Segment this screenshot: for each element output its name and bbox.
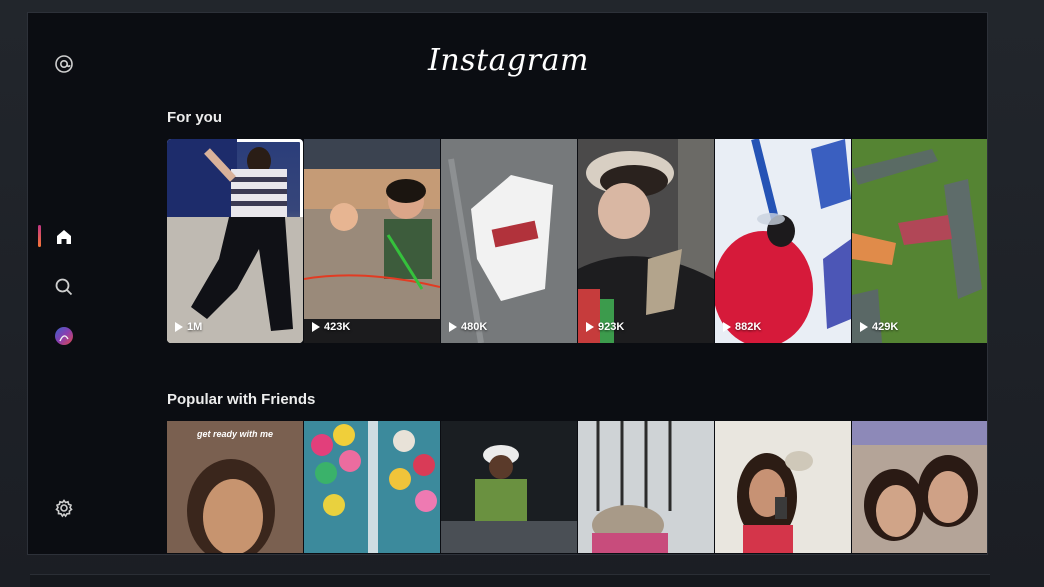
reel-tile[interactable]: 923K bbox=[578, 139, 714, 343]
popular-row: get ready with me bbox=[167, 421, 987, 553]
reel-tile[interactable]: 423K bbox=[304, 139, 440, 343]
settings-icon[interactable] bbox=[52, 496, 76, 520]
view-count: 1M bbox=[175, 321, 202, 333]
view-count: 423K bbox=[312, 321, 350, 333]
view-count: 923K bbox=[586, 321, 624, 333]
view-count-label: 480K bbox=[461, 321, 488, 333]
active-indicator bbox=[38, 225, 41, 247]
reel-tile[interactable]: 429K bbox=[852, 139, 987, 343]
view-count: 429K bbox=[860, 321, 898, 333]
tv-screen: Instagram For you 1M 423K 480K 923K 882K… bbox=[27, 12, 988, 555]
reel-tile[interactable] bbox=[578, 421, 714, 553]
tv-stand bbox=[30, 574, 990, 587]
section-title-for-you: For you bbox=[167, 109, 222, 126]
for-you-row: 1M 423K 480K 923K 882K 429K bbox=[167, 139, 987, 343]
view-count: 882K bbox=[723, 321, 761, 333]
reel-tile[interactable] bbox=[715, 421, 851, 553]
play-icon bbox=[449, 322, 457, 332]
view-count: 480K bbox=[449, 321, 487, 333]
section-title-popular-with-friends: Popular with Friends bbox=[167, 391, 316, 408]
instagram-logo: Instagram bbox=[428, 43, 589, 78]
play-icon bbox=[723, 322, 731, 332]
reel-tile[interactable] bbox=[441, 421, 577, 553]
play-icon bbox=[175, 322, 183, 332]
play-icon bbox=[586, 322, 594, 332]
reel-caption: get ready with me bbox=[196, 429, 274, 439]
view-count-label: 882K bbox=[735, 321, 762, 333]
reel-tile[interactable]: 882K bbox=[715, 139, 851, 343]
view-count-label: 429K bbox=[872, 321, 899, 333]
reel-tile[interactable]: get ready with me bbox=[167, 421, 303, 553]
view-count-label: 1M bbox=[187, 321, 203, 333]
avatar[interactable] bbox=[52, 324, 76, 348]
reel-tile[interactable] bbox=[304, 421, 440, 553]
view-count-label: 423K bbox=[324, 321, 351, 333]
play-icon bbox=[312, 322, 320, 332]
search-icon[interactable] bbox=[52, 275, 76, 299]
play-icon bbox=[860, 322, 868, 332]
home-icon[interactable] bbox=[52, 225, 76, 249]
view-count-label: 923K bbox=[598, 321, 625, 333]
sidebar-nav bbox=[28, 13, 108, 554]
reel-tile[interactable]: 480K bbox=[441, 139, 577, 343]
reel-tile[interactable] bbox=[852, 421, 987, 553]
reel-tile[interactable]: 1M bbox=[167, 139, 303, 343]
